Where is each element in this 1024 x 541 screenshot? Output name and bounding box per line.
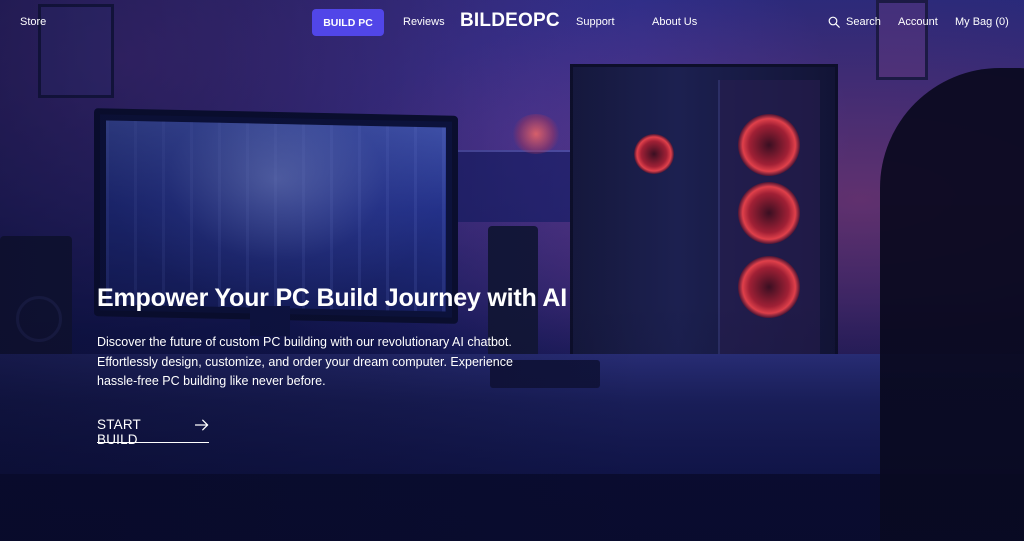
search-button[interactable]: Search: [828, 14, 881, 30]
hero-description-line: hassle-free PC building like never befor…: [97, 374, 326, 388]
hero-background-image: [0, 0, 1024, 541]
arrow-right-icon: [195, 419, 209, 431]
nav-link-reviews[interactable]: Reviews: [403, 15, 445, 29]
rgb-fan: [738, 182, 800, 244]
start-build-label: START BUILD: [97, 417, 141, 447]
build-pc-button-label: BUILD PC: [323, 16, 373, 29]
rgb-fan: [738, 114, 800, 176]
nav-link-my-bag[interactable]: My Bag (0): [955, 15, 1009, 29]
hero-title: Empower Your PC Build Journey with AI: [97, 284, 567, 312]
search-icon: [828, 16, 840, 28]
nav-link-account[interactable]: Account: [898, 15, 938, 29]
build-pc-button[interactable]: BUILD PC: [312, 9, 384, 36]
hero-description-line: Discover the future of custom PC buildin…: [97, 335, 512, 349]
nav-link-support[interactable]: Support: [576, 15, 615, 29]
site-header: Store BUILD PC Reviews BILDEOPC Support …: [0, 0, 1024, 44]
hero-description-line: Effortlessly design, customize, and orde…: [97, 354, 513, 369]
nav-link-about-us[interactable]: About Us: [652, 15, 697, 29]
start-build-button[interactable]: START BUILD: [97, 417, 209, 447]
hero-description: Discover the future of custom PC buildin…: [97, 333, 527, 392]
rgb-fan: [634, 134, 674, 174]
brand-logo[interactable]: BILDEOPC: [460, 10, 560, 32]
nav-link-store[interactable]: Store: [20, 15, 46, 29]
search-label: Search: [846, 16, 881, 28]
